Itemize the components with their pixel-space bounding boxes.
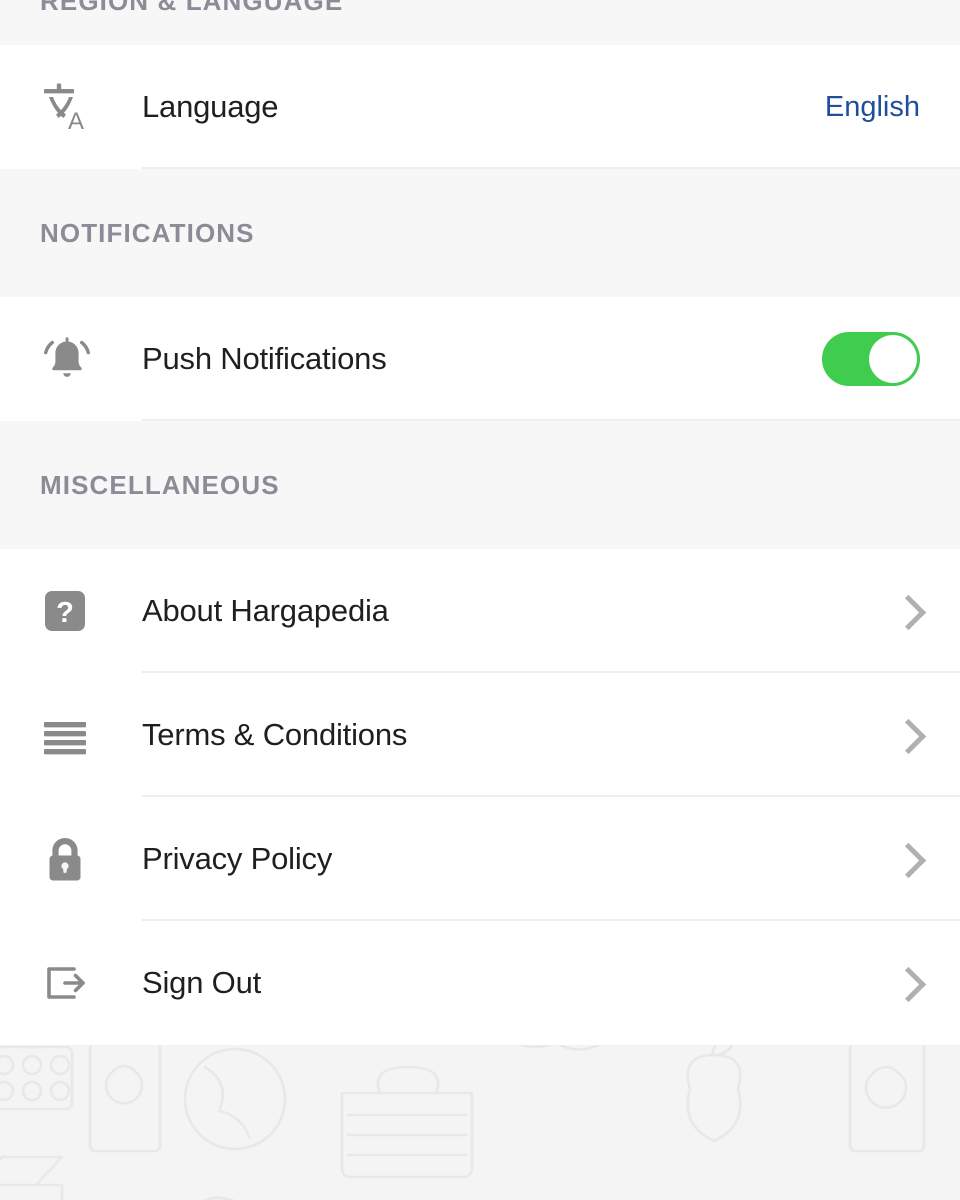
- row-label: Language: [142, 89, 279, 124]
- section-header-miscellaneous: MISCELLANEOUS: [0, 421, 960, 549]
- section-rows-notifications: Push Notifications: [0, 297, 960, 421]
- push-notifications-toggle[interactable]: [822, 332, 920, 386]
- row-right-cell: English: [825, 91, 960, 124]
- row-icon-cell: A: [0, 80, 142, 134]
- question-mark-icon: ?: [40, 586, 90, 636]
- row-label: Terms & Conditions: [142, 717, 408, 752]
- sign-out-icon: [40, 958, 90, 1008]
- row-icon-cell: ?: [0, 586, 142, 636]
- row-right-cell: [894, 840, 960, 878]
- row-icon-cell: [0, 710, 142, 760]
- row-label: Push Notifications: [142, 341, 387, 376]
- row-right-cell: [894, 964, 960, 1002]
- chevron-right-icon[interactable]: [894, 840, 916, 878]
- lock-icon: [40, 834, 90, 884]
- section-header-label: NOTIFICATIONS: [40, 217, 255, 248]
- settings-row-about-hargapedia[interactable]: ? About Hargapedia: [0, 549, 960, 673]
- section-rows-region-language: A Language English: [0, 45, 960, 169]
- chevron-right-icon[interactable]: [894, 716, 916, 754]
- svg-text:A: A: [68, 108, 84, 134]
- section-header-label: REGION & LANGUAGE: [40, 0, 344, 16]
- row-label: Privacy Policy: [142, 841, 333, 876]
- section-rows-miscellaneous: ? About Hargapedia Terms & Conditions Pr…: [0, 549, 960, 1045]
- settings-row-push-notifications[interactable]: Push Notifications: [0, 297, 960, 421]
- toggle-knob: [869, 335, 917, 383]
- settings-row-sign-out[interactable]: Sign Out: [0, 921, 960, 1045]
- settings-row-privacy-policy[interactable]: Privacy Policy: [0, 797, 960, 921]
- settings-row-terms-conditions[interactable]: Terms & Conditions: [0, 673, 960, 797]
- settings-row-language[interactable]: A Language English: [0, 45, 960, 169]
- translate-icon: A: [40, 80, 94, 134]
- list-lines-icon: [40, 710, 90, 760]
- bell-ringing-icon: [40, 332, 94, 386]
- language-value[interactable]: English: [825, 91, 920, 124]
- row-label: About Hargapedia: [142, 593, 389, 628]
- row-right-cell: [822, 332, 960, 386]
- section-header-label: MISCELLANEOUS: [40, 469, 280, 500]
- section-header-notifications: NOTIFICATIONS: [0, 169, 960, 297]
- row-right-cell: [894, 716, 960, 754]
- row-label: Sign Out: [142, 965, 262, 1000]
- row-right-cell: [894, 592, 960, 630]
- row-icon-cell: [0, 958, 142, 1008]
- row-icon-cell: [0, 332, 142, 386]
- footer-watermark-pattern: [0, 1045, 960, 1200]
- settings-screen: REGION & LANGUAGE A Language English NOT…: [0, 0, 960, 1200]
- chevron-right-icon[interactable]: [894, 592, 916, 630]
- row-icon-cell: [0, 834, 142, 884]
- svg-text:?: ?: [56, 597, 74, 629]
- section-header-region-language: REGION & LANGUAGE: [0, 0, 960, 45]
- chevron-right-icon[interactable]: [894, 964, 916, 1002]
